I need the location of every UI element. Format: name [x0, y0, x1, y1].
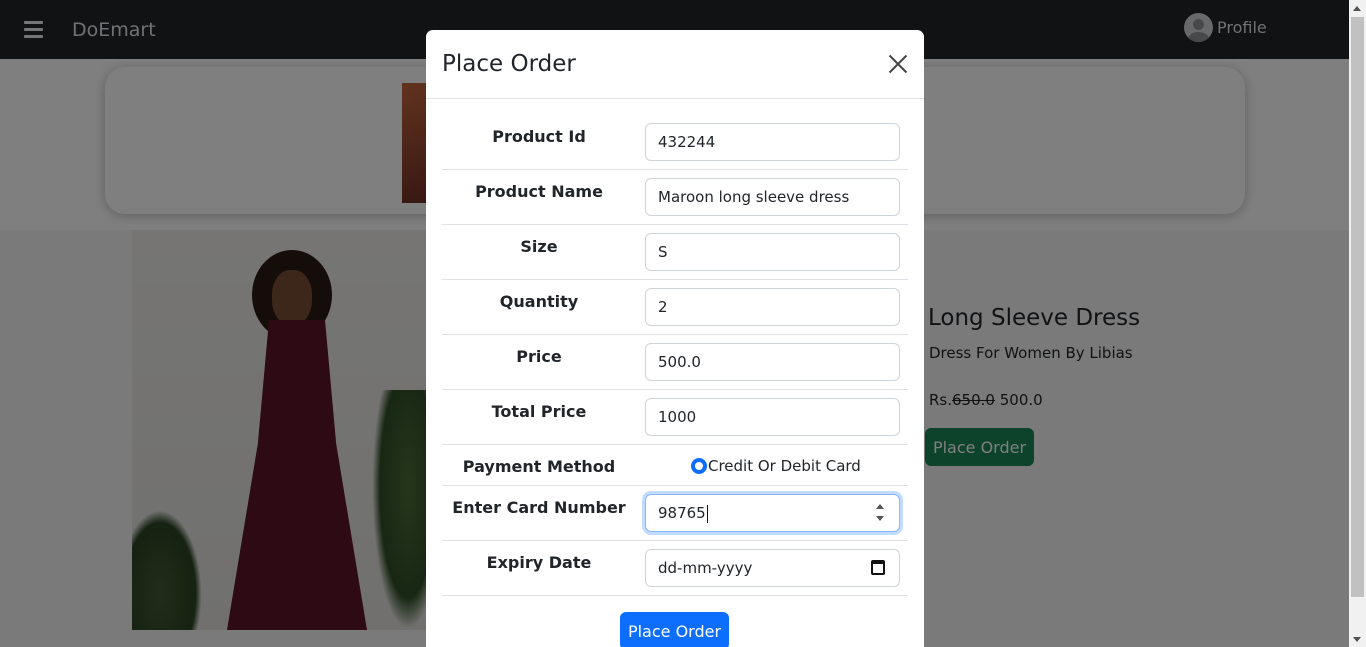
card-number-value: 98765 — [658, 504, 706, 522]
payment-method-label: Payment Method — [462, 457, 616, 476]
quantity-input[interactable]: 2 — [645, 288, 900, 326]
submit-order-button[interactable]: Place Order — [620, 612, 729, 647]
product-name-input[interactable]: Maroon long sleeve dress — [645, 178, 900, 216]
product-id-label: Product Id — [492, 127, 586, 146]
scrollbar[interactable] — [1349, 0, 1366, 647]
radio-button[interactable] — [691, 458, 707, 474]
form-row-product-id: Product Id 432244 — [442, 99, 908, 170]
payment-option-label: Credit Or Debit Card — [708, 457, 861, 475]
scroll-up-arrow-icon[interactable] — [1353, 6, 1361, 11]
quantity-label: Quantity — [499, 292, 579, 311]
payment-option[interactable]: Credit Or Debit Card — [691, 457, 861, 475]
scroll-thumb[interactable] — [1351, 17, 1364, 597]
size-input[interactable]: S — [645, 233, 900, 271]
scroll-down-arrow-icon[interactable] — [1353, 637, 1361, 642]
modal-title: Place Order — [442, 51, 576, 77]
stepper-up-icon[interactable] — [876, 504, 884, 509]
form-row-expiry-date: Expiry Date dd-mm-yyyy — [442, 541, 908, 596]
card-number-label: Enter Card Number — [452, 498, 626, 517]
total-price-input[interactable]: 1000 — [645, 398, 900, 436]
product-name-label: Product Name — [475, 182, 603, 201]
form-row-size: Size S — [442, 225, 908, 280]
price-input[interactable]: 500.0 — [645, 343, 900, 381]
expiry-date-placeholder: dd-mm-yyyy — [658, 559, 753, 577]
form-row-card-number: Enter Card Number 98765 — [442, 486, 908, 541]
form-row-product-name: Product Name Maroon long sleeve dress — [442, 170, 908, 225]
form-row-quantity: Quantity 2 — [442, 280, 908, 335]
form-row-total-price: Total Price 1000 — [442, 390, 908, 445]
form-row-payment-method: Payment Method Credit Or Debit Card — [442, 445, 908, 486]
calendar-icon[interactable] — [871, 560, 885, 575]
form-row-price: Price 500.0 — [442, 335, 908, 390]
card-number-input[interactable]: 98765 — [645, 494, 900, 532]
expiry-date-label: Expiry Date — [486, 553, 592, 572]
expiry-date-input[interactable]: dd-mm-yyyy — [645, 549, 900, 587]
modal-header: Place Order — [426, 30, 924, 99]
size-label: Size — [520, 237, 558, 256]
product-id-input[interactable]: 432244 — [645, 123, 900, 161]
close-icon[interactable] — [888, 54, 908, 74]
price-label: Price — [516, 347, 562, 366]
text-caret — [706, 504, 708, 523]
stepper-down-icon[interactable] — [876, 516, 884, 521]
place-order-modal: Place Order Product Id 432244 Product Na… — [426, 30, 924, 647]
number-stepper[interactable] — [873, 502, 887, 524]
total-price-label: Total Price — [491, 402, 587, 421]
